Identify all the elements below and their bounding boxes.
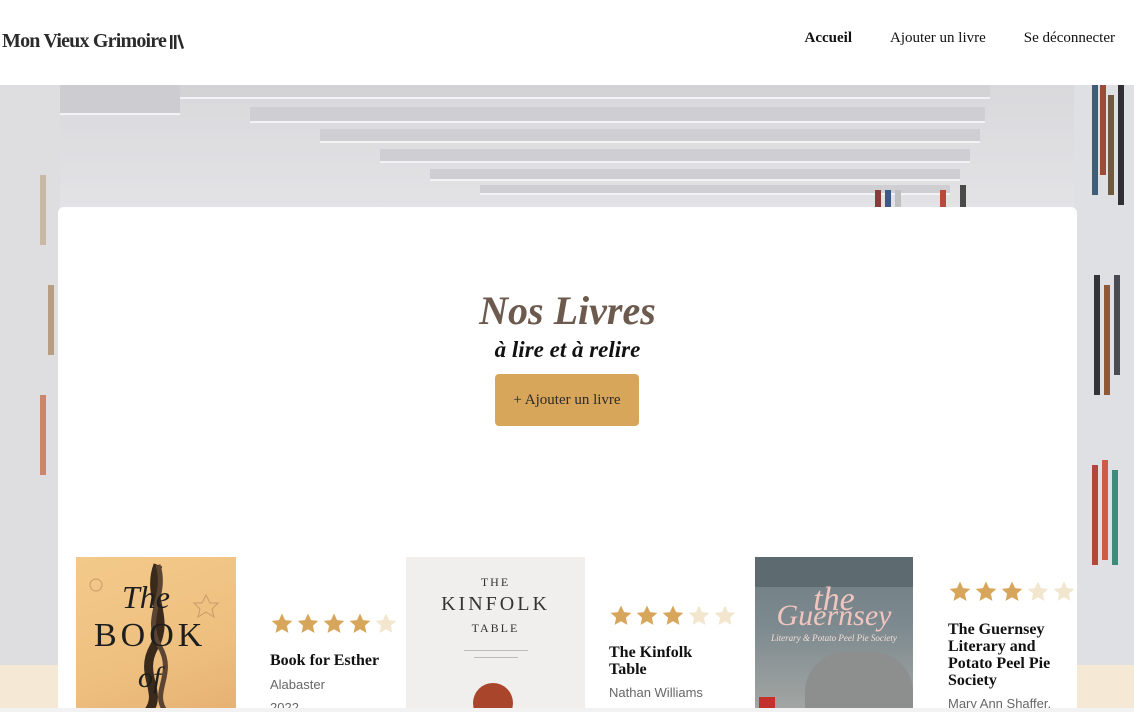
star-filled-icon bbox=[662, 605, 684, 625]
cover-word-guernsey: Guernsey bbox=[776, 599, 892, 632]
nav-accueil[interactable]: Accueil bbox=[805, 30, 852, 47]
book-cover-esther[interactable]: The BOOK of bbox=[76, 557, 236, 712]
site-logo[interactable]: Mon Vieux Grimoire bbox=[2, 30, 187, 53]
nav-se-deconnecter[interactable]: Se déconnecter bbox=[1024, 30, 1115, 47]
site-header: Mon Vieux Grimoire Accueil Ajouter un li… bbox=[0, 0, 1134, 85]
book-author: Alabaster bbox=[270, 677, 325, 692]
book-author: Nathan Williams bbox=[609, 685, 703, 700]
star-filled-icon bbox=[297, 613, 319, 633]
cover-word-the: The bbox=[122, 579, 170, 615]
star-filled-icon bbox=[271, 613, 293, 633]
logo-text: Mon Vieux Grimoire bbox=[2, 30, 167, 52]
star-filled-icon bbox=[610, 605, 632, 625]
star-filled-icon bbox=[323, 613, 345, 633]
cover-word-the: THE bbox=[480, 575, 511, 589]
star-filled-icon bbox=[975, 581, 997, 601]
rating-stars bbox=[270, 612, 398, 634]
book-title[interactable]: The Kinfolk Table bbox=[609, 644, 719, 678]
star-filled-icon bbox=[949, 581, 971, 601]
couple-illustration bbox=[805, 652, 913, 712]
book-cover-guernsey[interactable]: the Guernsey Literary & Potato Peel Pie … bbox=[755, 557, 913, 712]
star-filled-icon bbox=[349, 613, 371, 633]
page-subtitle: à lire et à relire bbox=[494, 337, 641, 362]
book-title[interactable]: The Guernsey Literary and Potato Peel Pi… bbox=[948, 621, 1068, 689]
book-title[interactable]: Book for Esther bbox=[270, 652, 400, 669]
star-empty-icon bbox=[714, 605, 736, 625]
page-title: Nos Livres bbox=[479, 288, 656, 333]
book-cover-kinfolk[interactable]: THE KINFOLK TABLE bbox=[406, 557, 585, 712]
rating-stars bbox=[609, 604, 737, 626]
cover-subtitle: Literary & Potato Peel Pie Society bbox=[771, 633, 897, 643]
star-empty-icon bbox=[1053, 581, 1075, 601]
star-empty-icon bbox=[375, 613, 397, 633]
nav-ajouter-livre[interactable]: Ajouter un livre bbox=[890, 30, 986, 47]
star-empty-icon bbox=[688, 605, 710, 625]
cover-word-kinfolk: KINFOLK bbox=[441, 593, 550, 615]
star-filled-icon bbox=[636, 605, 658, 625]
rating-stars bbox=[948, 580, 1076, 602]
main-nav: Accueil Ajouter un livre Se déconnecter bbox=[805, 30, 1116, 47]
books-logo-icon bbox=[170, 33, 185, 49]
star-empty-icon bbox=[1027, 581, 1049, 601]
add-book-button[interactable]: + Ajouter un livre bbox=[495, 374, 639, 426]
page-bottom-edge bbox=[0, 708, 1134, 712]
cover-word-book: BOOK bbox=[94, 617, 207, 654]
cover-word-table: TABLE bbox=[471, 621, 520, 635]
cover-word-of: of bbox=[138, 661, 162, 694]
star-filled-icon bbox=[1001, 581, 1023, 601]
